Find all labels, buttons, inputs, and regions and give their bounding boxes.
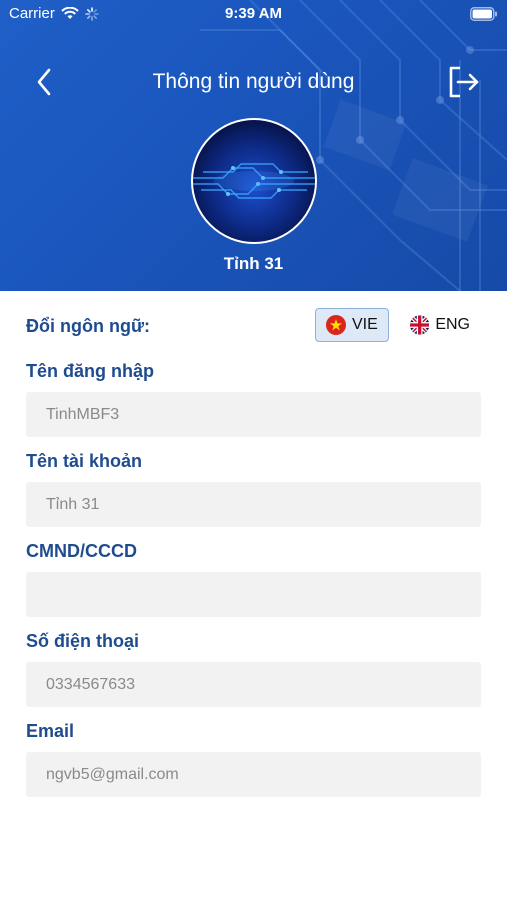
avatar[interactable]	[191, 118, 317, 244]
username-field[interactable]: TinhMBF3	[26, 392, 481, 437]
account-name-field[interactable]: Tỉnh 31	[26, 482, 481, 527]
language-option-vie[interactable]: VIE	[315, 308, 389, 342]
phone-label: Số điện thoại	[26, 631, 140, 651]
language-option-eng[interactable]: ENG	[400, 308, 480, 342]
account-name-label: Tên tài khoản	[26, 451, 143, 471]
logout-button[interactable]	[443, 62, 483, 102]
language-option-label: VIE	[352, 316, 378, 333]
battery-icon	[470, 7, 497, 21]
phone-field[interactable]: 0334567633	[26, 662, 481, 707]
email-field[interactable]: ngvb5@gmail.com	[26, 752, 481, 797]
language-switcher: Đổi ngôn ngữ: VIE ENG	[26, 308, 481, 344]
vietnam-flag-icon	[326, 315, 346, 335]
id-card-field[interactable]	[26, 572, 481, 617]
status-bar: Carrier 9:39 AM	[0, 0, 507, 28]
status-time: 9:39 AM	[225, 5, 282, 22]
page-title: Thông tin người dùng	[152, 70, 355, 93]
email-label: Email	[26, 721, 75, 741]
id-card-label: CMND/CCCD	[26, 541, 137, 561]
language-option-label: ENG	[435, 316, 470, 333]
profile-header: Carrier 9:39 AM Thông tin người dùng Tỉn…	[0, 0, 507, 291]
username-label: Tên đăng nhập	[26, 361, 154, 381]
logout-icon	[449, 66, 479, 98]
uk-flag-icon	[410, 315, 430, 335]
avatar-image	[193, 163, 315, 199]
nav-bar: Thông tin người dùng	[0, 58, 507, 106]
language-label: Đổi ngôn ngữ:	[26, 316, 150, 336]
profile-name: Tỉnh 31	[223, 254, 284, 273]
